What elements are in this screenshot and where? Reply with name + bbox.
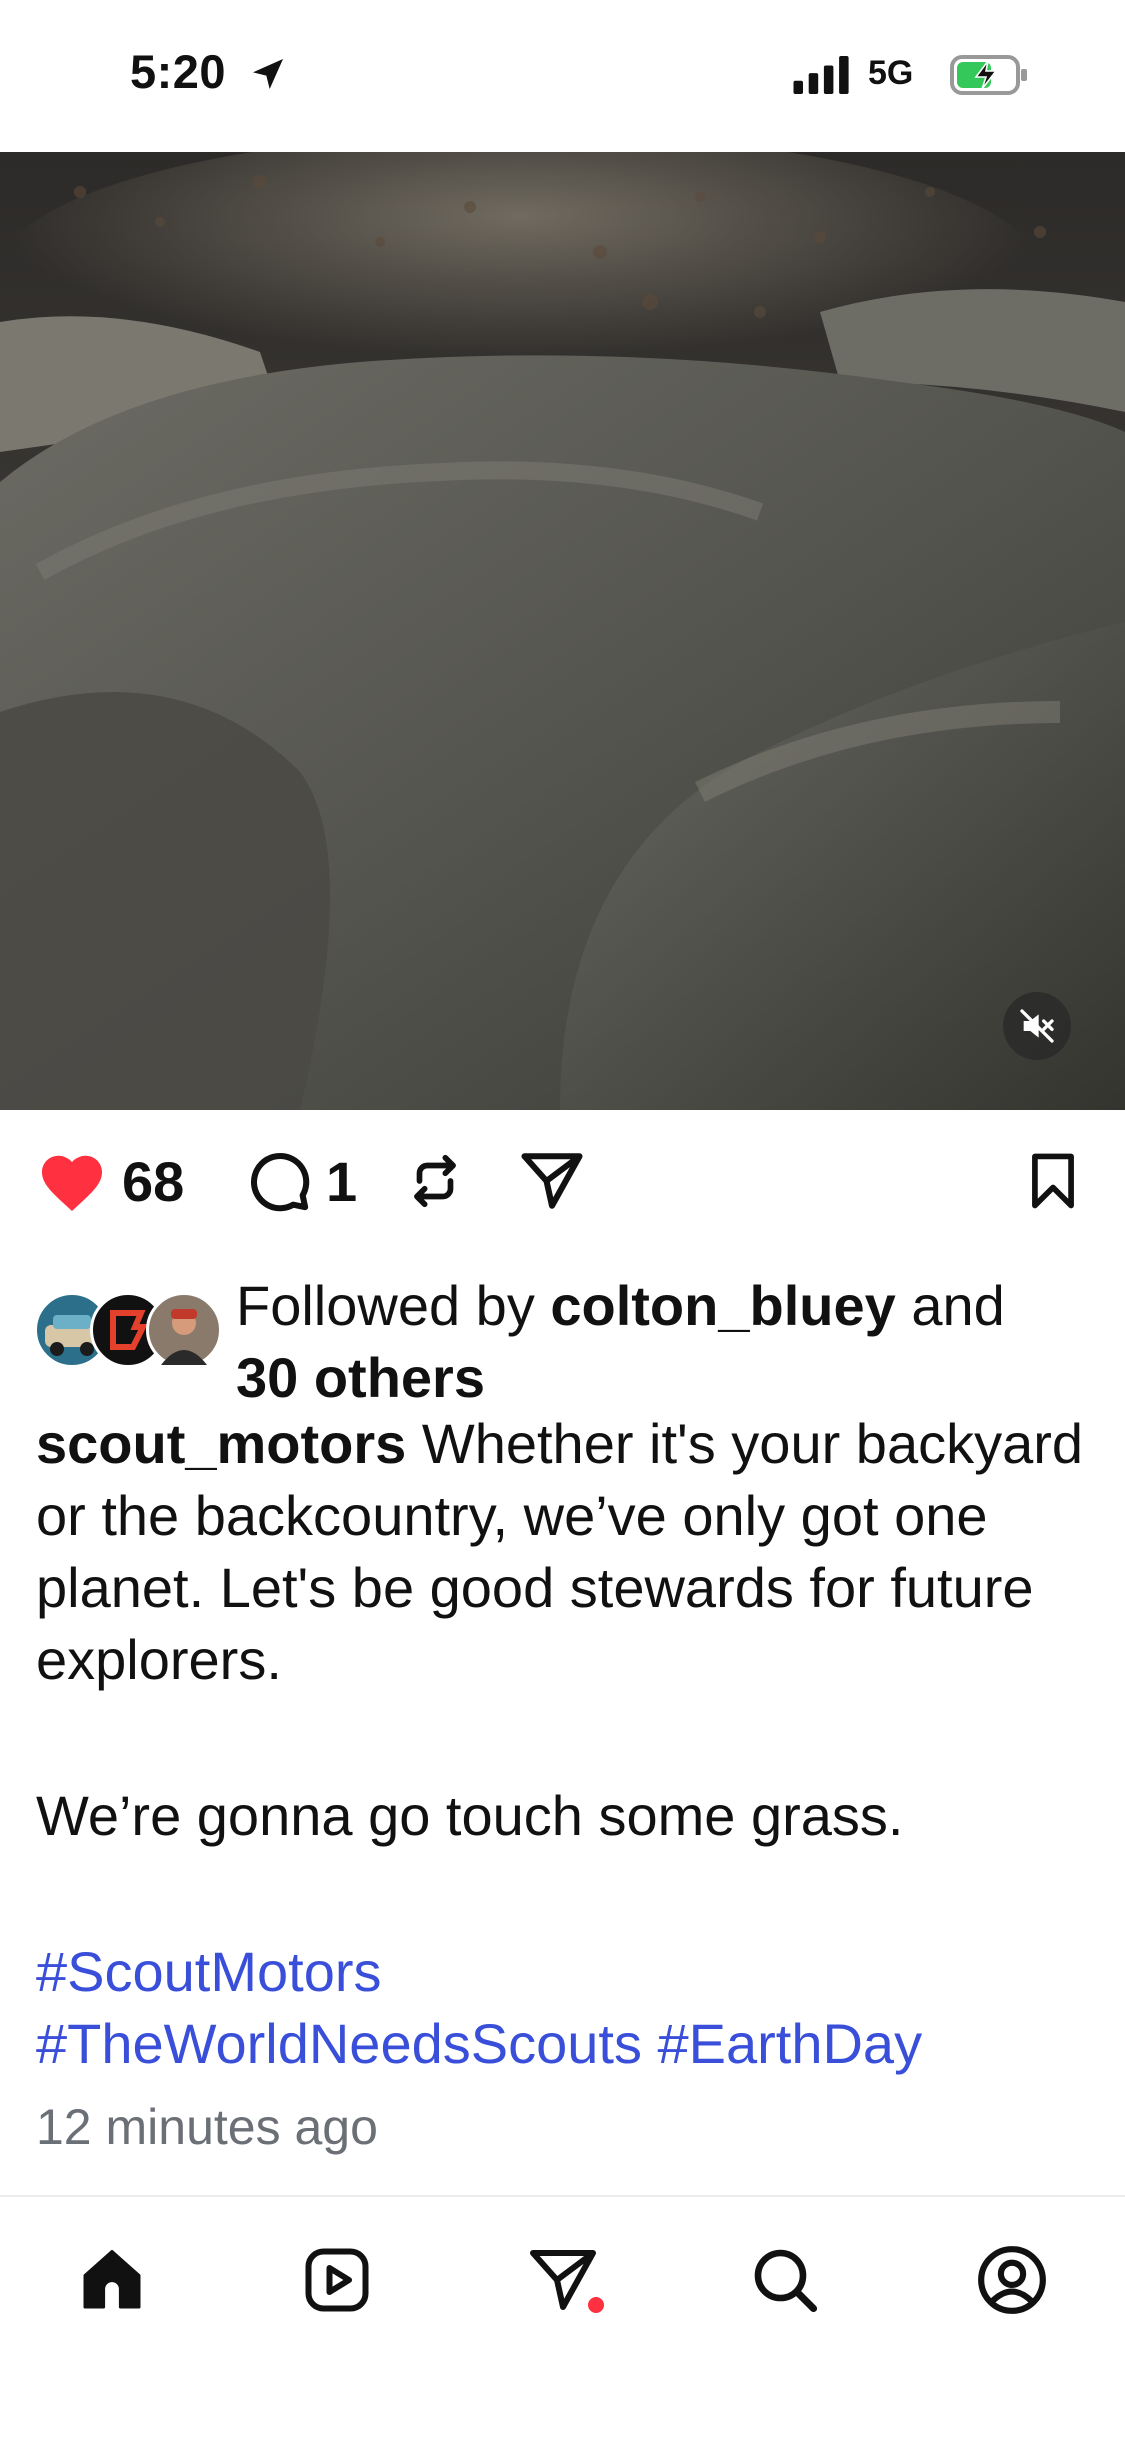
save-button[interactable] <box>1022 1148 1084 1214</box>
video-frame <box>0 152 1125 1110</box>
status-time: 5:20 <box>130 45 227 98</box>
home-icon <box>83 2250 141 2309</box>
hashtag[interactable]: #EarthDay <box>658 2012 923 2075</box>
post-caption: scout_motors Whether it's your backyard … <box>36 1408 1096 2080</box>
avatar <box>146 1292 222 1368</box>
location-arrow-icon <box>253 59 283 89</box>
hashtag[interactable]: #ScoutMotors <box>36 1940 382 2003</box>
repost-icon <box>414 1154 456 1208</box>
tab-reels[interactable] <box>292 2235 382 2325</box>
share-button[interactable] <box>518 1148 586 1214</box>
followed-by-text: Followed by colton_bluey and 30 others <box>236 1270 1116 1414</box>
followed-middle: and <box>895 1274 1005 1337</box>
mute-button[interactable] <box>1003 992 1071 1060</box>
tab-home[interactable] <box>67 2235 157 2325</box>
post-video[interactable] <box>0 152 1125 1110</box>
like-button[interactable]: 68 <box>36 1148 184 1214</box>
bottom-tab-bar <box>0 2195 1125 2438</box>
send-icon <box>521 1153 583 1209</box>
signal-bars-icon <box>793 56 849 94</box>
post-timestamp: 12 minutes ago <box>36 2099 378 2155</box>
reels-icon <box>305 2248 369 2312</box>
comment-count: 1 <box>326 1149 358 1213</box>
battery-charging-icon <box>950 55 1027 95</box>
hashtag[interactable]: #TheWorldNeedsScouts <box>36 2012 642 2075</box>
caption-line2: We’re gonna go touch some grass. <box>36 1784 904 1847</box>
notification-dot <box>588 2297 604 2313</box>
follower-avatars <box>34 1292 234 1368</box>
follower-username[interactable]: colton_bluey <box>550 1274 895 1337</box>
like-count: 68 <box>122 1149 185 1213</box>
tab-profile[interactable] <box>967 2235 1057 2325</box>
followed-by[interactable]: Followed by colton_bluey and 30 others <box>34 1262 1094 1412</box>
caption-username[interactable]: scout_motors <box>36 1412 406 1475</box>
search-icon <box>754 2249 818 2313</box>
comment-bubble-icon <box>250 1152 310 1212</box>
repost-button[interactable] <box>404 1148 466 1214</box>
tab-messages[interactable] <box>518 2235 608 2325</box>
comment-button[interactable]: 1 <box>246 1148 357 1214</box>
bookmark-icon <box>1032 1153 1074 1209</box>
network-type: 5G <box>868 54 914 92</box>
status-bar: 5:20 5G <box>0 0 1125 152</box>
speaker-muted-icon <box>1020 1009 1054 1043</box>
followed-prefix: Followed by <box>236 1274 551 1337</box>
profile-icon <box>978 2246 1046 2314</box>
followed-others[interactable]: 30 others <box>236 1346 485 1409</box>
post-actions: 68 1 <box>0 1110 1125 1260</box>
heart-filled-icon <box>42 1155 102 1211</box>
tab-search[interactable] <box>740 2235 830 2325</box>
